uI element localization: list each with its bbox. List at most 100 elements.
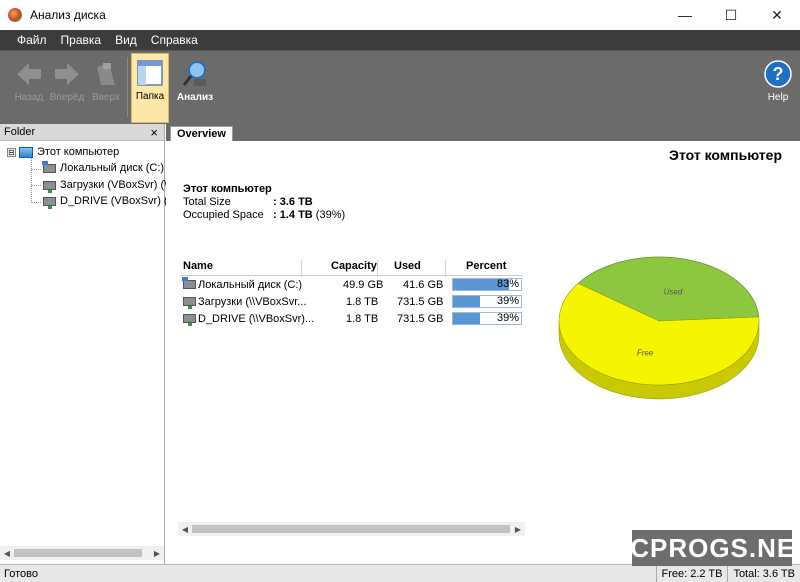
status-text: Готово: [4, 567, 38, 580]
tree-connector: [31, 202, 41, 203]
scrollbar-thumb[interactable]: [192, 525, 510, 533]
magnifier-icon: [182, 61, 206, 86]
window-title: Анализ диска: [30, 8, 106, 22]
folder-panel-scrollbar[interactable]: ◀ ▶: [0, 546, 164, 560]
occupied-percent: (39%): [315, 209, 346, 221]
row-percent-text: 39%: [496, 295, 519, 307]
network-drive-icon: [183, 297, 196, 309]
percent-bar-fill: [453, 296, 480, 307]
scroll-right-icon[interactable]: ▶: [150, 546, 164, 560]
menu-view[interactable]: Вид: [108, 33, 144, 47]
help-icon: ?: [764, 60, 792, 88]
row-percent-text: 83%: [496, 278, 519, 290]
tree-connector: [31, 169, 41, 170]
folder-panel-header: Folder ×: [0, 124, 164, 141]
help-label: Help: [767, 92, 789, 103]
toolbar: Назад Вперёд Вверх Папка Анализ ? Help: [0, 50, 800, 124]
scroll-left-icon[interactable]: ◀: [178, 522, 192, 536]
scrollbar-thumb[interactable]: [14, 549, 142, 557]
analyze-button[interactable]: Анализ: [174, 55, 216, 121]
folder-panel: Folder × ⊟ Этот компьютер Локальный диск…: [0, 124, 177, 564]
tree-item-d-drive[interactable]: D_DRIVE (VBoxSvr) (Z:: [43, 195, 178, 209]
menu-help[interactable]: Справка: [144, 33, 205, 47]
occupied-value: : 1.4 TB: [273, 209, 313, 221]
row-used: 731.5 GB: [397, 313, 444, 325]
drives-table: Name Capacity Used Percent Локальный дис…: [181, 258, 523, 327]
table-row[interactable]: D_DRIVE (\\VBoxSvr)... 1.8 TB 731.5 GB 3…: [181, 310, 523, 327]
help-button[interactable]: ? Help: [762, 55, 794, 121]
column-divider: [445, 260, 446, 277]
column-divider: [301, 260, 302, 277]
folder-pane-icon: [137, 60, 163, 86]
network-drive-icon: [43, 180, 56, 193]
row-percent-text: 39%: [496, 312, 519, 324]
pie-label-free: Free: [637, 349, 654, 358]
watermark-logo: PCPROGS.NET: [612, 530, 800, 566]
disk-usage-pie-chart: Used Free: [558, 256, 760, 400]
table-scrollbar[interactable]: ◀ ▶: [178, 522, 525, 536]
local-drive-icon: [42, 160, 56, 173]
forward-button[interactable]: Вперёд: [48, 55, 86, 121]
close-button[interactable]: ✕: [754, 0, 800, 30]
tree-item-label: Загрузки (VBoxSvr) (\: [60, 179, 168, 191]
scroll-right-icon[interactable]: ▶: [511, 522, 525, 536]
folder-button[interactable]: Папка: [131, 53, 169, 123]
menu-edit[interactable]: Правка: [54, 33, 109, 47]
up-label: Вверх: [92, 92, 120, 103]
folder-label: Папка: [135, 91, 165, 102]
tree-item-label: D_DRIVE (VBoxSvr) (Z:: [60, 195, 178, 207]
col-used-header[interactable]: Used: [394, 260, 421, 272]
menu-file[interactable]: Файл: [10, 33, 54, 47]
forward-label: Вперёд: [49, 92, 85, 103]
title-bar: Анализ диска — ☐ ✕: [0, 0, 800, 30]
summary-title: Этот компьютер: [183, 183, 272, 195]
back-label: Назад: [14, 92, 44, 103]
col-percent-header[interactable]: Percent: [466, 260, 506, 272]
toolbar-separator: [127, 57, 128, 117]
row-name: Загрузки (\\VBoxSvr...: [198, 296, 307, 308]
row-capacity: 1.8 TB: [346, 313, 379, 325]
row-capacity: 49.9 GB: [343, 279, 384, 291]
tree-item-downloads[interactable]: Загрузки (VBoxSvr) (\: [43, 179, 168, 193]
overview-content: Этот компьютер Этот компьютер Total Size…: [166, 141, 800, 564]
tree-expander[interactable]: ⊟: [7, 147, 16, 157]
column-divider: [377, 260, 378, 277]
folder-panel-title: Folder: [4, 126, 36, 138]
tree-item-this-pc[interactable]: ⊟ Этот компьютер: [7, 146, 119, 158]
status-free: Free: 2.2 TB: [655, 565, 728, 582]
folder-panel-close-button[interactable]: ×: [150, 125, 158, 140]
network-drive-icon: [43, 196, 56, 209]
computer-icon: [19, 146, 33, 158]
up-button[interactable]: Вверх: [90, 55, 122, 121]
scroll-left-icon[interactable]: ◀: [0, 546, 14, 560]
forward-arrow-icon: [55, 63, 79, 85]
table-header: Name Capacity Used Percent: [181, 258, 523, 277]
table-row[interactable]: Загрузки (\\VBoxSvr... 1.8 TB 731.5 GB 3…: [181, 293, 523, 310]
status-total: Total: 3.6 TB: [727, 565, 800, 582]
row-name: Локальный диск (C:): [198, 279, 303, 291]
table-row[interactable]: Локальный диск (C:) 49.9 GB 41.6 GB 83%: [181, 276, 523, 293]
app-icon: [8, 8, 22, 22]
total-size-label: Total Size: [183, 196, 231, 208]
row-used: 731.5 GB: [397, 296, 444, 308]
minimize-button[interactable]: —: [662, 0, 708, 30]
row-capacity: 1.8 TB: [346, 296, 379, 308]
row-percent-bar: 39%: [452, 312, 522, 325]
maximize-button[interactable]: ☐: [708, 0, 754, 30]
tree-item-label: Локальный диск (C:): [60, 162, 165, 174]
tab-strip: Overview: [166, 124, 800, 141]
tab-overview[interactable]: Overview: [170, 126, 233, 141]
row-percent-bar: 39%: [452, 295, 522, 308]
col-capacity-header[interactable]: Capacity: [331, 260, 377, 272]
tree-item-local-disk[interactable]: Локальный диск (C:): [42, 160, 165, 174]
col-name-header[interactable]: Name: [183, 260, 213, 272]
back-button[interactable]: Назад: [12, 55, 46, 121]
folder-up-icon: [97, 63, 115, 85]
row-percent-bar: 83%: [452, 278, 522, 291]
network-drive-icon: [183, 314, 196, 326]
menu-bar: Файл Правка Вид Справка: [0, 30, 800, 50]
analyze-label: Анализ: [176, 92, 214, 103]
tree-connector: [31, 157, 32, 203]
occupied-label: Occupied Space: [183, 209, 264, 221]
row-name: D_DRIVE (\\VBoxSvr)...: [198, 313, 315, 325]
